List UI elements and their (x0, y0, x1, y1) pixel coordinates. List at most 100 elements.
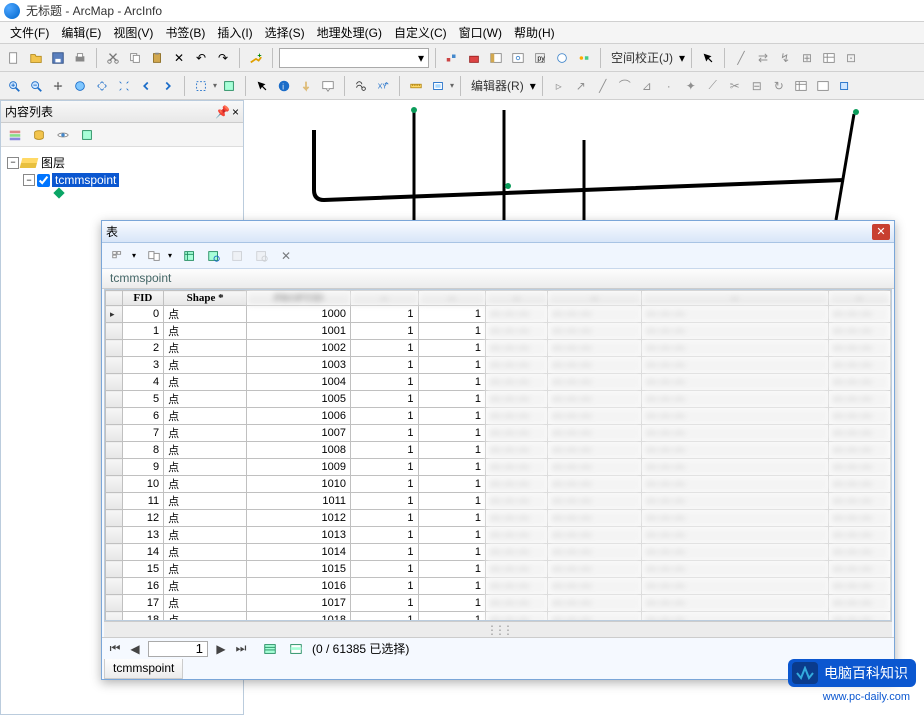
arc-icon[interactable]: ⌒ (615, 76, 635, 96)
measure-icon[interactable] (406, 76, 426, 96)
last-record-icon[interactable]: ⏭ (234, 641, 248, 656)
column-header[interactable]: -- (828, 291, 890, 306)
show-selected-icon[interactable] (286, 639, 306, 659)
time-slider-icon[interactable] (552, 48, 572, 68)
undo-icon[interactable]: ↶ (191, 48, 211, 68)
close-icon[interactable]: ✕ (872, 224, 890, 240)
identify-icon[interactable]: i (274, 76, 294, 96)
hyperlink-icon[interactable] (296, 76, 316, 96)
goto-xy-icon[interactable]: XY (373, 76, 393, 96)
pin-icon[interactable]: 📌 (215, 105, 230, 119)
related-tables-icon[interactable] (144, 246, 164, 266)
reshape-icon[interactable]: ⟋ (703, 76, 723, 96)
save-icon[interactable] (48, 48, 68, 68)
close-panel-icon[interactable]: × (232, 105, 239, 119)
table-row[interactable]: 3点100311— — —— — —— — —— — — (106, 357, 891, 374)
table-row[interactable]: 6点100611— — —— — —— — —— — — (106, 408, 891, 425)
trace-icon[interactable]: ⊿ (637, 76, 657, 96)
spatial-adjustment-label[interactable]: 空间校正(J) (607, 49, 677, 66)
model-builder-icon[interactable] (574, 48, 594, 68)
menu-item[interactable]: 书签(B) (159, 22, 211, 43)
column-header[interactable]: -- (351, 291, 418, 306)
column-header[interactable]: -- (486, 291, 548, 306)
table-icon[interactable] (819, 48, 839, 68)
table-row[interactable]: 2点100211— — —— — —— — —— — — (106, 340, 891, 357)
links-icon[interactable]: ⊡ (841, 48, 861, 68)
table-row[interactable]: 18点101811— — —— — —— — —— — — (106, 612, 891, 622)
table-bottom-tab[interactable]: tcmmspoint (104, 659, 183, 679)
table-tab[interactable]: tcmmspoint (102, 269, 894, 289)
table-row[interactable]: 17点101711— — —— — —— — —— — — (106, 595, 891, 612)
fixed-zoom-out-icon[interactable] (114, 76, 134, 96)
open-icon[interactable] (26, 48, 46, 68)
toolbox-icon[interactable] (464, 48, 484, 68)
menu-item[interactable]: 编辑(E) (55, 22, 107, 43)
create-features-icon[interactable] (835, 76, 855, 96)
attributes-icon[interactable] (791, 76, 811, 96)
select-by-attributes-icon[interactable] (180, 246, 200, 266)
editor-toolbar-icon[interactable] (442, 48, 462, 68)
redo-icon[interactable]: ↷ (213, 48, 233, 68)
column-header[interactable]: Shape * (164, 291, 247, 306)
line-icon[interactable]: ╱ (593, 76, 613, 96)
menu-item[interactable]: 自定义(C) (388, 22, 453, 43)
full-extent-icon[interactable] (70, 76, 90, 96)
select-tool-icon[interactable] (698, 48, 718, 68)
search-win-icon[interactable] (508, 48, 528, 68)
table-row[interactable]: 16点101611— — —— — —— — —— — — (106, 578, 891, 595)
prev-extent-icon[interactable] (136, 76, 156, 96)
delete-icon[interactable]: ✕ (169, 48, 189, 68)
table-row[interactable]: 8点100811— — —— — —— — —— — — (106, 442, 891, 459)
first-record-icon[interactable]: ⏮ (108, 641, 122, 656)
line-tool-icon[interactable]: ╱ (731, 48, 751, 68)
table-row[interactable]: 13点101311— — —— — —— — —— — — (106, 527, 891, 544)
point-symbol-icon[interactable] (53, 187, 64, 198)
point-icon[interactable]: · (659, 76, 679, 96)
column-header[interactable]: -- (548, 291, 641, 306)
add-data-icon[interactable] (246, 48, 266, 68)
layer-visibility-checkbox[interactable] (37, 174, 50, 187)
column-header[interactable]: PROPTID (247, 291, 351, 306)
select-features-icon[interactable] (191, 76, 211, 96)
record-number-input[interactable] (148, 641, 208, 657)
column-header[interactable]: -- (641, 291, 828, 306)
table-row[interactable]: 12点101211— — —— — —— — —— — — (106, 510, 891, 527)
layer-label[interactable]: tcmmspoint (52, 173, 119, 187)
edge-match-icon[interactable]: ⊞ (797, 48, 817, 68)
column-header[interactable] (106, 291, 123, 306)
table-row[interactable]: 1点100111— — —— — —— — —— — — (106, 323, 891, 340)
menu-item[interactable]: 地理处理(G) (311, 22, 388, 43)
edit-vertices-icon[interactable]: ✦ (681, 76, 701, 96)
viewer-icon[interactable] (428, 76, 448, 96)
menu-item[interactable]: 文件(F) (4, 22, 55, 43)
fixed-zoom-in-icon[interactable] (92, 76, 112, 96)
cut-icon[interactable] (103, 48, 123, 68)
rotate-icon[interactable]: ↻ (769, 76, 789, 96)
list-by-selection-icon[interactable] (77, 125, 97, 145)
table-row[interactable]: 7点100711— — —— — —— — —— — — (106, 425, 891, 442)
pointer-icon[interactable] (252, 76, 272, 96)
show-all-icon[interactable] (260, 639, 280, 659)
edit-anno-icon[interactable]: ↗ (571, 76, 591, 96)
table-row[interactable]: 0点100011— — —— — —— — —— — — (106, 306, 891, 323)
prev-record-icon[interactable]: ◀ (128, 642, 142, 656)
copy-icon[interactable] (125, 48, 145, 68)
list-by-visibility-icon[interactable] (53, 125, 73, 145)
pan-icon[interactable] (48, 76, 68, 96)
table-row[interactable]: 9点100911— — —— — —— — —— — — (106, 459, 891, 476)
list-by-source-icon[interactable] (29, 125, 49, 145)
table-row[interactable]: 14点101411— — —— — —— — —— — — (106, 544, 891, 561)
clear-selection-table-icon[interactable] (228, 246, 248, 266)
zoom-in-icon[interactable] (4, 76, 24, 96)
menu-item[interactable]: 帮助(H) (508, 22, 561, 43)
python-icon[interactable]: py (530, 48, 550, 68)
zoom-selected-icon[interactable] (252, 246, 272, 266)
new-icon[interactable] (4, 48, 24, 68)
sketch-props-icon[interactable] (813, 76, 833, 96)
collapse-toggle[interactable]: − (23, 174, 35, 186)
list-by-drawing-icon[interactable] (5, 125, 25, 145)
split-icon[interactable]: ⊟ (747, 76, 767, 96)
table-row[interactable]: 4点100411— — —— — —— — —— — — (106, 374, 891, 391)
next-extent-icon[interactable] (158, 76, 178, 96)
table-options-icon[interactable] (108, 246, 128, 266)
